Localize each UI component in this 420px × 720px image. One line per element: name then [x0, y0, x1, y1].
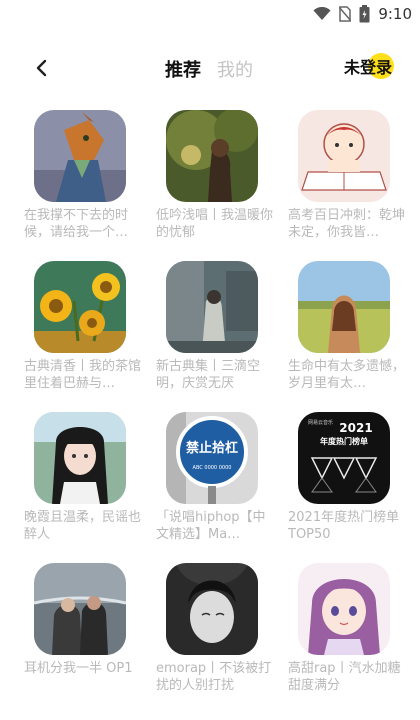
cover-sign-small-text: ABC 0000 0000 [193, 465, 232, 471]
playlist-card[interactable]: 网易云音乐 2021 年度热门榜单 2021年度热门榜单TOP50 [286, 412, 414, 543]
login-button[interactable]: 未登录 [344, 54, 392, 78]
playlist-title: 耳机分我一半 OP1 [24, 661, 133, 676]
playlist-cover [298, 261, 390, 353]
cover-chart-small-text: 网易云音乐 [308, 419, 333, 426]
battery-icon [359, 5, 370, 23]
playlist-card[interactable]: 高考百日冲刺：乾坤未定，你我皆… [286, 110, 414, 241]
playlist-grid: 在我撑不下去的时候，请给我一个… 低吟浅唱丨我温暖你的忧郁 高考百日冲刺：乾坤未… [0, 110, 420, 694]
wifi-icon [313, 7, 331, 21]
nav-bar: 推荐 我的 未登录 [0, 40, 420, 96]
playlist-cover [34, 563, 126, 655]
playlist-cover [166, 563, 258, 655]
playlist-card[interactable]: 低吟浅唱丨我温暖你的忧郁 [154, 110, 282, 241]
playlist-title: 高甜rap丨汽水加糖 甜度满分 [288, 661, 401, 693]
playlist-card[interactable]: 禁止拾杠 ABC 0000 0000 「说唱hiphop【中文精选】Ma… [154, 412, 282, 543]
cover-chart-label: 年度热门榜单 [320, 436, 368, 446]
back-button[interactable] [30, 56, 54, 80]
playlist-title: emorap丨不该被打扰的人别打扰 [156, 661, 272, 693]
playlist-card[interactable]: 耳机分我一半 OP1 [22, 563, 150, 694]
playlist-card[interactable]: 在我撑不下去的时候，请给我一个… [22, 110, 150, 241]
playlist-card[interactable]: 生命中有太多遗憾，岁月里有太… [286, 261, 414, 392]
status-bar: 9:10 [0, 0, 420, 28]
playlist-cover [166, 110, 258, 202]
playlist-cover [298, 563, 390, 655]
tab-recommend[interactable]: 推荐 [165, 56, 201, 82]
tab-mine[interactable]: 我的 [217, 56, 253, 82]
cover-chart-year: 2021 [339, 421, 372, 435]
playlist-title: 生命中有太多遗憾，岁月里有太… [288, 359, 406, 391]
playlist-cover: 禁止拾杠 ABC 0000 0000 [166, 412, 258, 504]
playlist-card[interactable]: 古典清香丨我的茶馆里住着巴赫与… [22, 261, 150, 392]
playlist-title: 新古典集丨三滴空明，庆赏无厌 [156, 359, 261, 391]
playlist-title: 低吟浅唱丨我温暖你的忧郁 [156, 208, 274, 240]
chevron-left-icon [36, 59, 47, 77]
playlist-card[interactable]: 高甜rap丨汽水加糖 甜度满分 [286, 563, 414, 694]
playlist-card[interactable]: emorap丨不该被打扰的人别打扰 [154, 563, 282, 694]
status-time: 9:10 [378, 5, 412, 23]
playlist-title: 古典清香丨我的茶馆里住着巴赫与… [24, 359, 142, 391]
playlist-title: 在我撑不下去的时候，请给我一个… [24, 208, 129, 240]
cover-sign-text: 禁止拾杠 [186, 440, 238, 456]
playlist-cover [34, 110, 126, 202]
playlist-title: 2021年度热门榜单TOP50 [288, 510, 400, 542]
playlist-title: 「说唱hiphop【中文精选】Ma… [156, 510, 266, 542]
playlist-cover [166, 261, 258, 353]
playlist-cover: 网易云音乐 2021 年度热门榜单 [298, 412, 390, 504]
playlist-cover [298, 110, 390, 202]
playlist-cover [34, 412, 126, 504]
playlist-title: 晚霞且温柔，民谣也醉人 [24, 510, 142, 542]
playlist-title: 高考百日冲刺：乾坤未定，你我皆… [288, 208, 406, 240]
playlist-card[interactable]: 晚霞且温柔，民谣也醉人 [22, 412, 150, 543]
no-sim-icon [339, 6, 352, 22]
playlist-card[interactable]: 新古典集丨三滴空明，庆赏无厌 [154, 261, 282, 392]
playlist-cover [34, 261, 126, 353]
